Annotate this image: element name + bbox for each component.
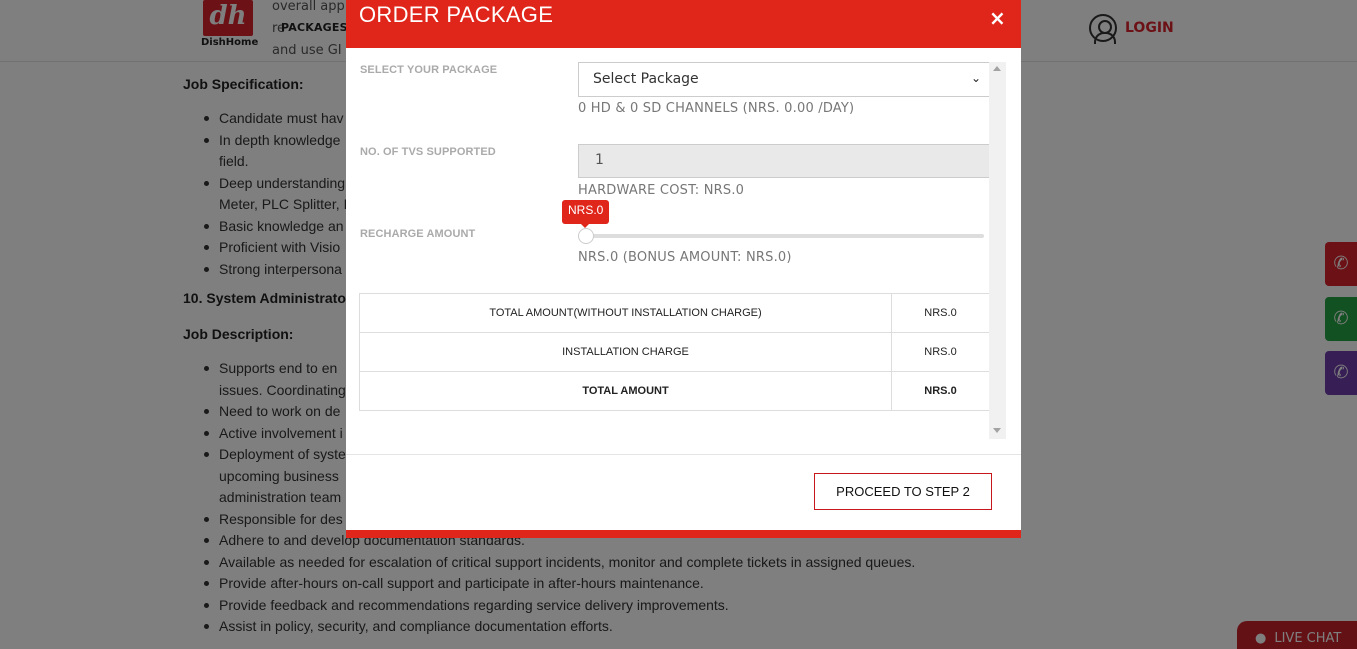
channels-text: 0 HD & 0 SD CHANNELS (NRS. 0.00 /DAY): [578, 101, 855, 116]
proceed-button[interactable]: PROCEED TO STEP 2: [814, 473, 992, 510]
scroll-up-icon[interactable]: [993, 66, 1001, 71]
tvs-label: NO. OF TVS SUPPORTED: [360, 146, 496, 158]
recharge-slider-track[interactable]: [578, 234, 984, 238]
recharge-slider-handle[interactable]: [578, 228, 594, 244]
package-label: SELECT YOUR PACKAGE: [360, 64, 498, 76]
chevron-down-icon: ⌄: [971, 71, 982, 85]
order-package-modal: ORDER PACKAGE × SELECT YOUR PACKAGE Sele…: [346, 0, 1021, 538]
recharge-summary: NRS.0 (BONUS AMOUNT: NRS.0): [578, 250, 792, 265]
order-form: SELECT YOUR PACKAGE Select Package ⌄ 0 H…: [359, 62, 992, 439]
modal-header: ORDER PACKAGE ×: [346, 0, 1021, 48]
summary-amount: NRS.0: [891, 371, 990, 411]
tvs-field: 1: [578, 144, 990, 178]
table-row: TOTAL AMOUNT(WITHOUT INSTALLATION CHARGE…: [359, 293, 990, 333]
summary-label: TOTAL AMOUNT(WITHOUT INSTALLATION CHARGE…: [359, 293, 892, 333]
scroll-thumb[interactable]: [991, 76, 1004, 424]
recharge-label: RECHARGE AMOUNT: [360, 228, 476, 240]
package-select-value: Select Package: [593, 71, 699, 87]
modal-footer: PROCEED TO STEP 2: [346, 454, 1021, 530]
amount-summary-table: TOTAL AMOUNT(WITHOUT INSTALLATION CHARGE…: [359, 293, 990, 411]
modal-title: ORDER PACKAGE: [359, 2, 554, 27]
table-row: TOTAL AMOUNT NRS.0: [359, 371, 990, 411]
close-icon[interactable]: ×: [989, 6, 1006, 30]
summary-label: INSTALLATION CHARGE: [359, 332, 892, 372]
table-row: INSTALLATION CHARGE NRS.0: [359, 332, 990, 372]
modal-scrollbar[interactable]: [989, 62, 1006, 439]
package-select[interactable]: Select Package ⌄: [578, 62, 990, 97]
summary-amount: NRS.0: [891, 332, 990, 372]
modal-body: SELECT YOUR PACKAGE Select Package ⌄ 0 H…: [346, 48, 1021, 454]
scroll-down-icon[interactable]: [993, 428, 1001, 433]
recharge-tooltip: NRS.0: [562, 200, 610, 228]
summary-amount: NRS.0: [891, 293, 990, 333]
summary-label: TOTAL AMOUNT: [359, 371, 892, 411]
hardware-cost: HARDWARE COST: NRS.0: [578, 183, 745, 198]
